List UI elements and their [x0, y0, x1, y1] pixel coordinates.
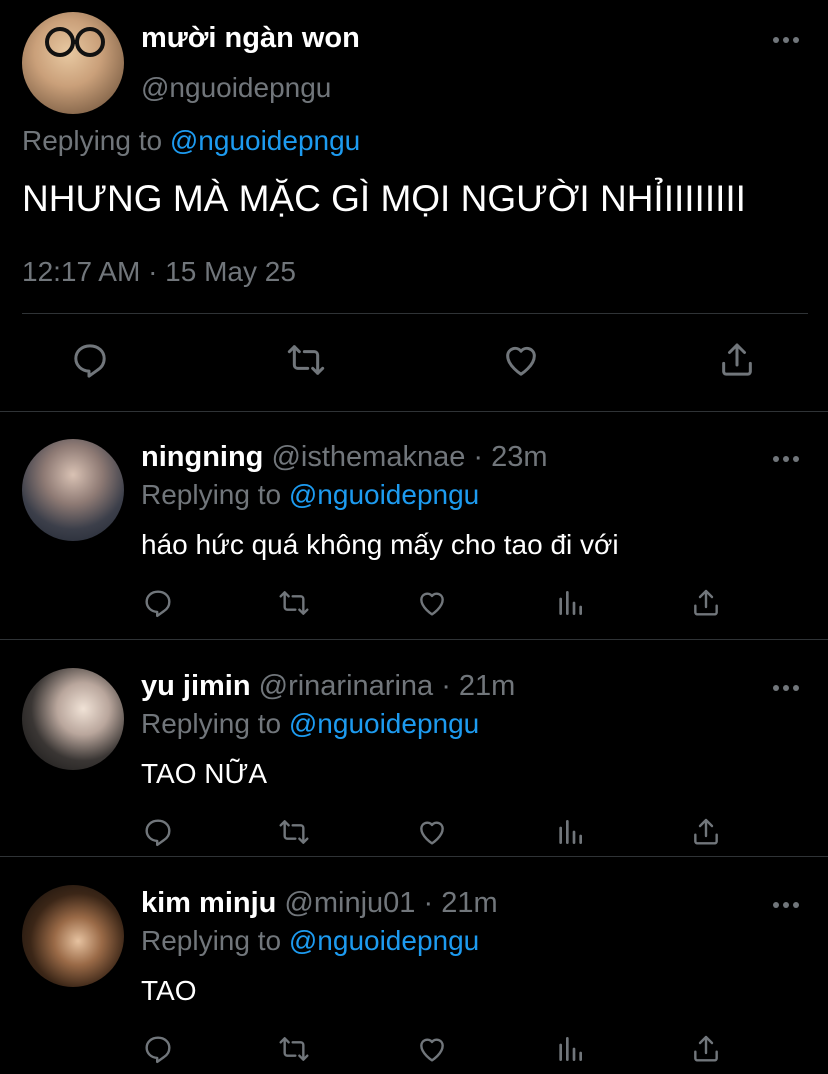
reply-icon[interactable] [70, 340, 110, 380]
like-icon[interactable] [416, 816, 448, 848]
divider [22, 313, 808, 314]
reply-icon[interactable] [142, 587, 174, 619]
handle-time[interactable]: @rinarinarina · 21m [259, 670, 516, 702]
replying-label: Replying to [141, 479, 282, 510]
tweet-text: TAO NỮA [141, 758, 268, 789]
avatar[interactable] [22, 439, 124, 541]
tweet-header: yu jimin @rinarinarina · 21m [141, 670, 515, 703]
reply-tweet[interactable]: yu jimin @rinarinarina · 21m Replying to… [0, 640, 828, 857]
action-bar [0, 587, 828, 623]
action-bar [0, 816, 828, 852]
replying-label: Replying to [141, 708, 282, 739]
mention-link[interactable]: @nguoidepngu [289, 708, 479, 739]
reply-tweet[interactable]: kim minju @minju01 · 21m Replying to @ng… [0, 857, 828, 1074]
analytics-icon[interactable] [554, 816, 586, 848]
handle-time[interactable]: @isthemaknae · 23m [271, 441, 547, 473]
analytics-icon[interactable] [554, 1033, 586, 1065]
avatar[interactable] [22, 885, 124, 987]
reply-icon[interactable] [142, 816, 174, 848]
tweet-text: TAO [141, 975, 197, 1006]
replying-to: Replying to @nguoidepngu [22, 125, 360, 157]
replying-to: Replying to @nguoidepngu [141, 925, 479, 957]
handle[interactable]: @nguoidepngu [141, 72, 331, 104]
share-icon[interactable] [690, 1033, 722, 1065]
avatar[interactable] [22, 668, 124, 770]
tweet-text: NHƯNG MÀ MẶC GÌ MỌI NGƯỜI NHỈIIIIIIII [22, 178, 746, 219]
display-name[interactable]: ningning [141, 441, 263, 473]
tweet-thread: mười ngàn won @nguoidepngu Replying to @… [0, 0, 828, 1074]
analytics-icon[interactable] [554, 587, 586, 619]
action-bar [0, 1033, 828, 1069]
more-icon[interactable] [772, 901, 800, 909]
avatar[interactable] [22, 12, 124, 114]
like-icon[interactable] [416, 587, 448, 619]
retweet-icon[interactable] [278, 1033, 310, 1065]
mention-link[interactable]: @nguoidepngu [289, 479, 479, 510]
replying-label: Replying to [22, 125, 163, 156]
share-icon[interactable] [717, 340, 757, 380]
glasses-avatar-icon [45, 27, 105, 57]
reply-icon[interactable] [142, 1033, 174, 1065]
more-icon[interactable] [772, 455, 800, 463]
like-icon[interactable] [501, 340, 541, 380]
mention-link[interactable]: @nguoidepngu [170, 125, 360, 156]
tweet-header: kim minju @minju01 · 21m [141, 887, 498, 920]
display-name[interactable]: mười ngàn won [141, 22, 360, 55]
retweet-icon[interactable] [278, 587, 310, 619]
timestamp[interactable]: 12:17 AM · 15 May 25 [22, 256, 296, 288]
reply-tweet[interactable]: ningning @isthemaknae · 23m Replying to … [0, 411, 828, 640]
replying-label: Replying to [141, 925, 282, 956]
action-bar [0, 340, 828, 384]
replying-to: Replying to @nguoidepngu [141, 708, 479, 740]
share-icon[interactable] [690, 587, 722, 619]
share-icon[interactable] [690, 816, 722, 848]
mention-link[interactable]: @nguoidepngu [289, 925, 479, 956]
retweet-icon[interactable] [286, 340, 326, 380]
display-name[interactable]: yu jimin [141, 670, 251, 702]
replying-to: Replying to @nguoidepngu [141, 479, 479, 511]
like-icon[interactable] [416, 1033, 448, 1065]
more-icon[interactable] [772, 36, 800, 44]
retweet-icon[interactable] [278, 816, 310, 848]
handle-time[interactable]: @minju01 · 21m [284, 887, 497, 919]
tweet-header: ningning @isthemaknae · 23m [141, 441, 548, 474]
tweet-text: háo hức quá không mấy cho tao đi với [141, 529, 619, 560]
main-tweet[interactable]: mười ngàn won @nguoidepngu Replying to @… [0, 0, 828, 412]
display-name[interactable]: kim minju [141, 887, 276, 919]
more-icon[interactable] [772, 684, 800, 692]
